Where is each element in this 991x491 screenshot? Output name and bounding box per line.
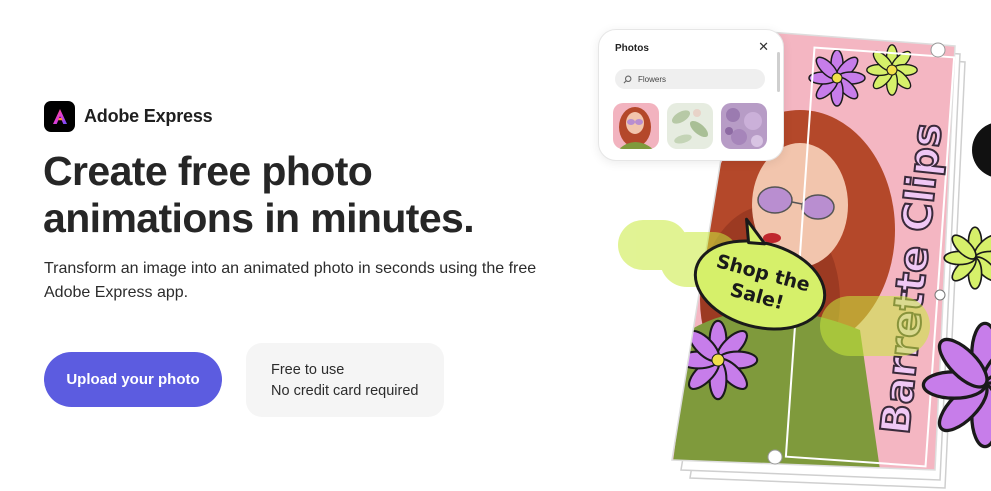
photo-thumbnail-woman[interactable] [613,103,659,149]
adobe-express-logo-icon [44,101,75,132]
close-icon[interactable]: ✕ [758,40,769,54]
photos-search-input[interactable]: Flowers [615,69,765,89]
photos-panel-title: Photos [615,43,649,54]
search-icon [623,75,632,83]
page-title: Create free photo animations in minutes. [43,148,603,242]
brand: Adobe Express [44,101,213,132]
panel-scrollbar[interactable] [777,52,780,92]
info-line-free: Free to use [271,362,345,378]
headline-line-2: animations in minutes. [43,195,475,241]
photos-panel: Photos ✕ Flowers [598,29,784,161]
headline-line-1: Create free photo [43,148,373,194]
brand-name: Adobe Express [84,106,213,126]
photos-search-value: Flowers [638,74,667,84]
photo-thumbnails [613,103,767,149]
upload-photo-button[interactable]: Upload your photo [44,352,222,407]
info-line-no-card: No credit card required [271,383,419,399]
info-card: Free to use No credit card required [246,343,444,417]
photo-thumbnail-purple-flowers[interactable] [721,103,767,149]
hero-subtext: Transform an image into an animated phot… [44,260,537,301]
photo-thumbnail-leaves[interactable] [667,103,713,149]
